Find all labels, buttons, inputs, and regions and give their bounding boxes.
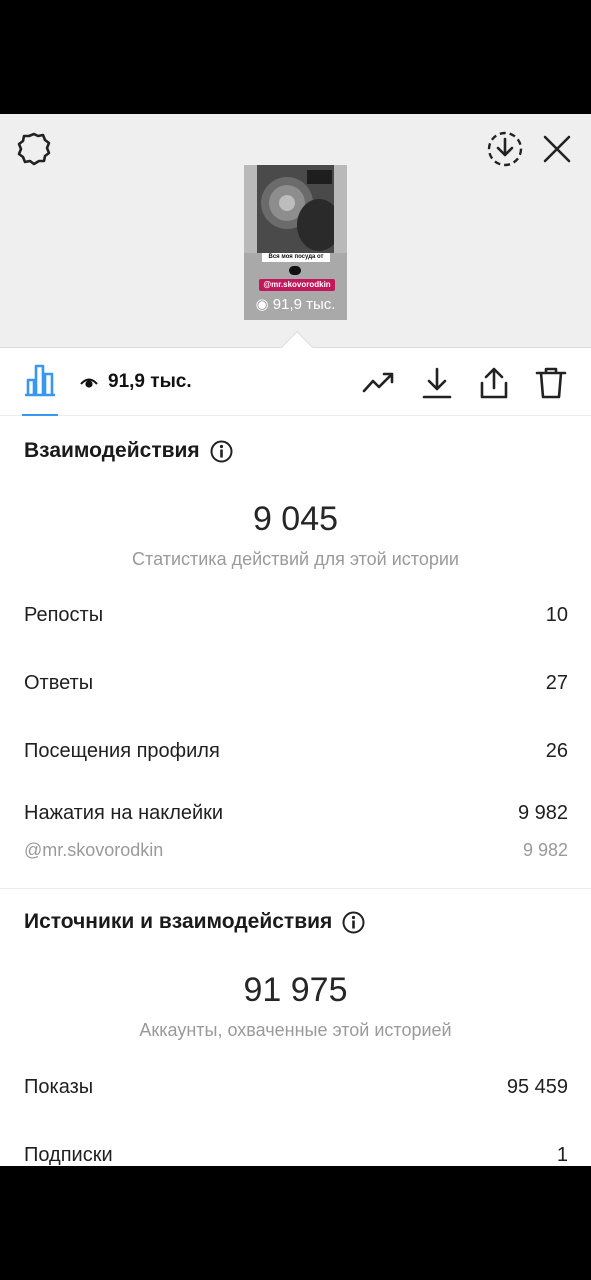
discovery-subtitle: Аккаунты, охваченные этой историей — [139, 1020, 452, 1040]
discovery-total: 91 975 — [243, 971, 348, 1009]
promote-trend-icon[interactable] — [362, 366, 396, 400]
interactions-total: 9 045 — [252, 500, 339, 538]
section-divider — [0, 888, 591, 889]
story-header: Вся моя посуда от @mr.skovorodkin ◉ 91,9… — [0, 114, 591, 348]
interactions-subtitle: Статистика действий для этой истории — [132, 549, 459, 569]
navigation-bar-area — [0, 1166, 591, 1280]
info-icon[interactable] — [342, 911, 365, 934]
sticker-taps-mention: @mr.skovorodkin 9 982 — [24, 840, 568, 860]
insights-toolbar: 91,9 тыс. — [0, 348, 591, 416]
insights-bar-chart-icon[interactable] — [22, 362, 58, 398]
story-insights-screen: Вся моя посуда от @mr.skovorodkin ◉ 91,9… — [0, 114, 591, 1166]
delete-icon[interactable] — [534, 366, 568, 400]
eye-icon — [80, 378, 98, 388]
share-icon[interactable] — [477, 366, 511, 400]
mention-sticker: @mr.skovorodkin — [259, 279, 335, 291]
gear-icon[interactable] — [16, 131, 52, 167]
download-icon[interactable] — [420, 366, 454, 400]
discovery-row-impressions: Показы 95 459 — [24, 1076, 568, 1098]
thumbnail-views: ◉ 91,9 тыс. — [255, 296, 336, 313]
interaction-row-profile-visits: Посещения профиля 26 — [24, 740, 568, 762]
status-bar-area — [0, 0, 591, 114]
discovery-row-follows: Подписки 1 — [24, 1144, 568, 1166]
save-story-icon[interactable] — [486, 130, 524, 168]
views-count: 91,9 тыс. — [80, 370, 192, 394]
cookware-photo — [257, 165, 341, 253]
close-icon[interactable] — [540, 132, 574, 166]
active-tab-indicator — [22, 414, 58, 416]
story-caption: Вся моя посуда от — [262, 253, 330, 262]
discovery-title: Источники и взаимодействия — [24, 910, 365, 934]
eye-icon: ◉ — [255, 296, 269, 313]
interaction-row-replies: Ответы 27 — [24, 672, 568, 694]
interactions-title: Взаимодействия — [24, 439, 233, 463]
interaction-row-sticker-taps: Нажатия на наклейки 9 982 — [24, 802, 568, 824]
info-icon[interactable] — [210, 440, 233, 463]
interaction-row-reposts: Репосты 10 — [24, 604, 568, 626]
sticker-dot — [289, 266, 301, 275]
story-thumbnail[interactable]: Вся моя посуда от @mr.skovorodkin ◉ 91,9… — [244, 165, 347, 320]
